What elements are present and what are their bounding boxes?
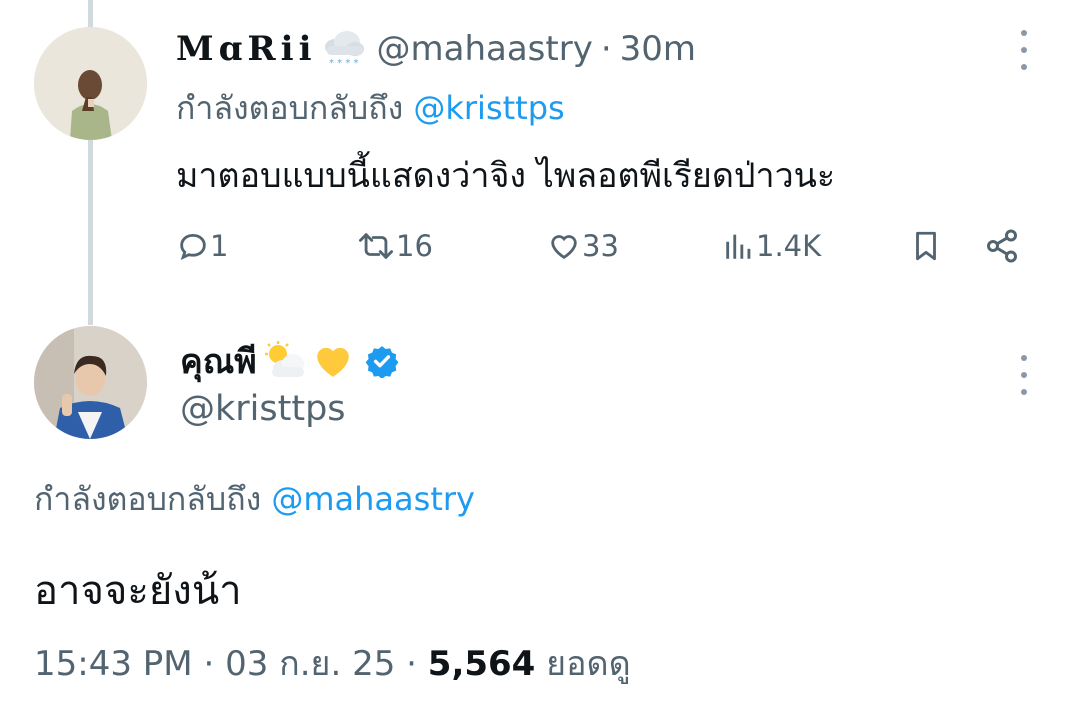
bookmark-button[interactable]: [909, 220, 943, 272]
display-name[interactable]: MɑRii: [176, 29, 317, 69]
heart-icon: [546, 229, 582, 263]
retweet-count: 16: [396, 229, 433, 263]
replying-to-label: กำลังตอบกลับถึง: [34, 480, 262, 518]
views-button[interactable]: 1.4K: [722, 220, 821, 272]
share-icon: [984, 228, 1020, 264]
retweet-icon: [356, 229, 396, 263]
analytics-icon: [722, 229, 756, 263]
tweet-actions: 1 16 33 1.4K: [176, 220, 1036, 272]
tweet-time[interactable]: 30m: [620, 29, 696, 69]
verified-badge-icon[interactable]: [365, 344, 399, 378]
separator-dot: ·: [600, 29, 612, 69]
tweet-date[interactable]: 03 ก.ย. 25: [225, 644, 395, 684]
more-options-icon[interactable]: [1019, 355, 1029, 395]
tweet-text: อาจจะยังน้า: [34, 568, 242, 614]
main-tweet-header: คุณพี: [180, 336, 399, 386]
avatar[interactable]: [34, 27, 147, 140]
replying-to: กำลังตอบกลับถึง @mahaastry: [34, 474, 475, 525]
separator-dot: ·: [203, 644, 215, 684]
tweet-time[interactable]: 15:43 PM: [34, 644, 193, 684]
share-button[interactable]: [984, 220, 1020, 272]
tweet-metadata: 15:43 PM · 03 ก.ย. 25 · 5,564 ยอดดู: [34, 636, 631, 690]
yellow-heart-icon: [311, 340, 355, 382]
user-handle[interactable]: @mahaastry: [377, 29, 593, 69]
view-count: 1.4K: [756, 229, 822, 263]
like-button[interactable]: 33: [546, 220, 619, 272]
bookmark-icon: [909, 227, 943, 265]
separator-dot: ·: [406, 644, 417, 684]
views-label: ยอดดู: [546, 644, 631, 684]
like-count: 33: [582, 229, 619, 263]
snow-cloud-icon: * * * *: [321, 29, 367, 69]
avatar[interactable]: [34, 326, 147, 439]
sun-behind-cloud-icon: [261, 340, 307, 382]
more-options-icon[interactable]: [1019, 30, 1029, 70]
view-count[interactable]: 5,564: [428, 644, 536, 684]
mention-link[interactable]: @mahaastry: [271, 480, 475, 518]
retweet-button[interactable]: 16: [356, 220, 433, 272]
svg-text:* * * *: * * * *: [329, 58, 359, 69]
replying-to: กำลังตอบกลับถึง @kristtps: [176, 83, 565, 134]
reply-tweet-header: MɑRii * * * * @mahaastry · 30m: [176, 26, 696, 72]
reply-icon: [176, 229, 210, 263]
display-name[interactable]: คุณพี: [180, 334, 257, 388]
user-handle[interactable]: @kristtps: [180, 389, 346, 429]
reply-count: 1: [210, 229, 229, 263]
tweet-text: มาตอบแบบนี้แสดงว่าจิง ไพลอตพีเรียดป่าวนะ: [176, 156, 836, 196]
replying-to-label: กำลังตอบกลับถึง: [176, 89, 404, 127]
mention-link[interactable]: @kristtps: [413, 89, 564, 127]
reply-button[interactable]: 1: [176, 220, 228, 272]
